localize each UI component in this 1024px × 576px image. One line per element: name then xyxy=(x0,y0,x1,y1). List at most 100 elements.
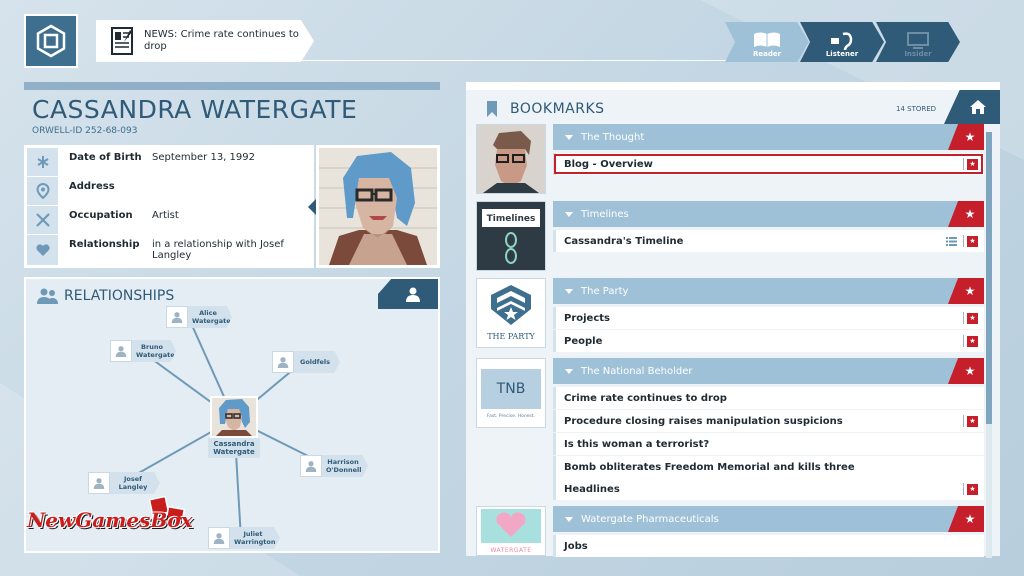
orwell-id: ORWELL-ID 252-68-093 xyxy=(32,126,137,136)
thumbnail-label: THE PARTY xyxy=(487,332,535,341)
center-person-name: Cassandra Watergate xyxy=(208,438,260,458)
profile-name: CASSANDRA WATERGATE xyxy=(32,95,358,124)
tab-reader-label: Reader xyxy=(752,50,782,58)
info-value: September 13, 1992 xyxy=(152,152,255,163)
group-header[interactable]: The Thought ★ xyxy=(553,124,984,150)
group-star-button[interactable]: ★ xyxy=(948,201,984,227)
group-name: Watergate Pharmaceuticals xyxy=(581,513,719,525)
tab-insider-label: Insider xyxy=(904,50,932,58)
profile-portrait[interactable] xyxy=(316,145,440,268)
group-thumbnail[interactable] xyxy=(476,124,546,194)
bookmark-item-label: Projects xyxy=(564,312,611,324)
the-thought-portrait-image xyxy=(477,125,545,193)
group-star-button[interactable]: ★ xyxy=(948,124,984,150)
group-star-button[interactable]: ★ xyxy=(948,278,984,304)
group-thumbnail[interactable]: Timelines xyxy=(476,201,546,271)
newspaper-icon xyxy=(111,27,133,55)
star-icon[interactable]: ★ xyxy=(967,235,978,247)
star-icon[interactable]: ★ xyxy=(967,415,978,427)
info-row-occupation[interactable]: Occupation Artist xyxy=(27,206,311,235)
person-node-goldfels[interactable]: Goldfels xyxy=(272,351,340,373)
star-icon[interactable]: ★ xyxy=(967,158,978,170)
group-header[interactable]: The National Beholder ★ xyxy=(553,358,984,384)
location-pin-icon xyxy=(35,183,50,199)
collapse-triangle-icon xyxy=(565,134,573,140)
group-header[interactable]: Watergate Pharmaceuticals ★ xyxy=(553,506,984,532)
bookmark-item-label: Jobs xyxy=(564,540,588,552)
info-value xyxy=(148,177,311,205)
list-view-icon[interactable] xyxy=(946,236,957,246)
center-person-node[interactable]: Cassandra Watergate xyxy=(208,396,260,458)
scrollbar-thumb[interactable] xyxy=(986,132,992,424)
bookmark-group-timelines: Timelines Timelines ★ Cassandra's Timeli… xyxy=(476,201,984,271)
news-ticker[interactable]: NEWS: Crime rate continues to drop xyxy=(96,20,314,62)
bookmark-item[interactable]: Cassandra's Timeline ★ xyxy=(553,230,984,252)
thumbnail-label: WATERGATE xyxy=(490,547,532,554)
star-icon[interactable]: ★ xyxy=(967,335,978,347)
group-name: Timelines xyxy=(581,208,629,220)
tab-reader[interactable]: Reader xyxy=(725,22,809,62)
bookmarks-stored-count: 14 STORED xyxy=(896,105,937,113)
person-node-josef[interactable]: Josef Langley xyxy=(88,472,160,494)
person-placeholder-icon xyxy=(93,478,105,489)
info-label: Address xyxy=(69,181,115,192)
group-header[interactable]: The Party ★ xyxy=(553,278,984,304)
bookmark-item[interactable]: Headlines ★ xyxy=(553,478,984,500)
portrait-image xyxy=(319,148,437,265)
bookmark-item[interactable]: Crime rate continues to drop xyxy=(553,387,984,409)
bookmark-item[interactable]: People ★ xyxy=(553,330,984,352)
orwell-id-value: 252-68-093 xyxy=(85,126,138,136)
app-logo[interactable] xyxy=(24,14,78,68)
person-node-bruno[interactable]: Bruno Watergate xyxy=(110,340,176,362)
party-shield-logo-icon xyxy=(491,285,531,325)
bookmark-item[interactable]: Procedure closing raises manipulation su… xyxy=(553,410,984,432)
person-node-harrison[interactable]: Harrison O'Donnell xyxy=(300,455,368,477)
info-row-relationship[interactable]: Relationship in a relationship with Jose… xyxy=(27,235,311,265)
group-thumbnail[interactable]: TNB Fast. Precise. Honest. xyxy=(476,358,546,428)
bookmark-item[interactable]: Bomb obliterates Freedom Memorial and ki… xyxy=(553,456,984,478)
bookmark-item-label: Headlines xyxy=(564,483,620,495)
group-header[interactable]: Timelines ★ xyxy=(553,201,984,227)
group-star-button[interactable]: ★ xyxy=(948,358,984,384)
bookmarks-title: BOOKMARKS xyxy=(510,101,605,117)
home-button[interactable] xyxy=(944,90,1000,124)
tab-insider[interactable]: Insider xyxy=(876,22,960,62)
news-headline: NEWS: Crime rate continues to drop xyxy=(144,29,299,52)
asterisk-icon xyxy=(36,156,49,168)
person-node-alice[interactable]: Alice Watergate xyxy=(166,306,232,328)
bookmark-item[interactable]: Jobs xyxy=(553,535,984,557)
thumbnail-tagline: Fast. Precise. Honest. xyxy=(486,414,536,419)
group-thumbnail[interactable]: WATERGATE xyxy=(476,506,546,556)
info-row-date-of-birth[interactable]: Date of Birth September 13, 1992 xyxy=(27,148,311,177)
watermark: NewGamesBox xyxy=(27,494,237,554)
bookmark-item[interactable]: Blog - Overview ★ xyxy=(553,153,984,175)
profile-header-strip xyxy=(24,82,440,90)
collapse-triangle-icon xyxy=(565,288,573,294)
person-placeholder-icon xyxy=(115,346,127,357)
news-divider xyxy=(96,60,736,61)
relationships-title: RELATIONSHIPS xyxy=(64,288,175,304)
bookmark-item[interactable]: Projects ★ xyxy=(553,307,984,329)
collapse-triangle-icon xyxy=(565,211,573,217)
info-value: Artist xyxy=(152,210,179,221)
star-icon[interactable]: ★ xyxy=(967,312,978,324)
profile-info-table: Date of Birth September 13, 1992 Address… xyxy=(24,145,314,268)
person-icon xyxy=(406,287,420,302)
info-row-address[interactable]: Address xyxy=(27,177,311,206)
timeline-links-icon xyxy=(505,232,517,264)
info-label: Occupation xyxy=(69,210,133,221)
group-star-button[interactable]: ★ xyxy=(948,506,984,532)
person-name: Alice Watergate xyxy=(188,306,232,328)
monitor-icon xyxy=(907,32,929,49)
group-thumbnail[interactable]: THE PARTY xyxy=(476,278,546,348)
info-label: Relationship xyxy=(69,239,140,250)
bookmark-item-label: People xyxy=(564,335,603,347)
bookmark-item-label: Crime rate continues to drop xyxy=(564,392,727,404)
bookmark-item-label: Bomb obliterates Freedom Memorial and ki… xyxy=(564,461,855,473)
tab-listener[interactable]: Listener xyxy=(800,22,884,62)
bookmark-group-the-party: THE PARTY The Party ★ Projects ★ People … xyxy=(476,278,984,352)
star-icon[interactable]: ★ xyxy=(967,483,978,495)
bookmark-item[interactable]: Is this woman a terrorist? xyxy=(553,433,984,455)
person-placeholder-icon xyxy=(171,312,183,323)
watermark-text: NewGamesBox xyxy=(27,508,193,532)
